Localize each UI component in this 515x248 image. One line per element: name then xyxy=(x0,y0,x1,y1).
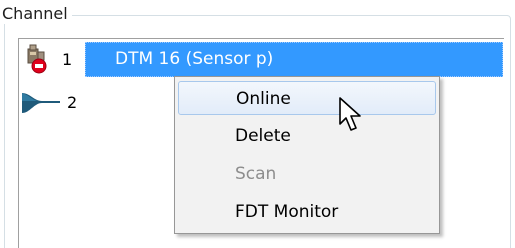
menu-item-fdt-monitor[interactable]: FDT Monitor xyxy=(178,195,436,229)
menu-item-delete[interactable]: Delete xyxy=(178,119,436,153)
channel-panel: Channel 1 DTM 16 (Sensor p) 2 Online Del… xyxy=(0,0,515,248)
menu-item-label: Online xyxy=(236,89,291,109)
arrow-pointer-icon xyxy=(338,96,364,134)
menu-item-scan: Scan xyxy=(178,157,436,191)
menu-item-label: FDT Monitor xyxy=(235,202,339,222)
menu-item-online[interactable]: Online xyxy=(178,81,436,115)
channel-connector-icon xyxy=(20,91,62,115)
menu-item-label: Scan xyxy=(235,164,277,184)
row-number: 1 xyxy=(62,50,73,69)
context-menu: Online Delete Scan FDT Monitor xyxy=(174,76,440,234)
device-label[interactable]: DTM 16 (Sensor p) xyxy=(115,49,273,69)
menu-item-label: Delete xyxy=(235,126,291,146)
device-offline-icon xyxy=(25,43,51,75)
group-title: Channel xyxy=(0,4,72,24)
row-number: 2 xyxy=(67,93,78,112)
tree-row-1[interactable]: 1 DTM 16 (Sensor p) xyxy=(19,41,505,77)
